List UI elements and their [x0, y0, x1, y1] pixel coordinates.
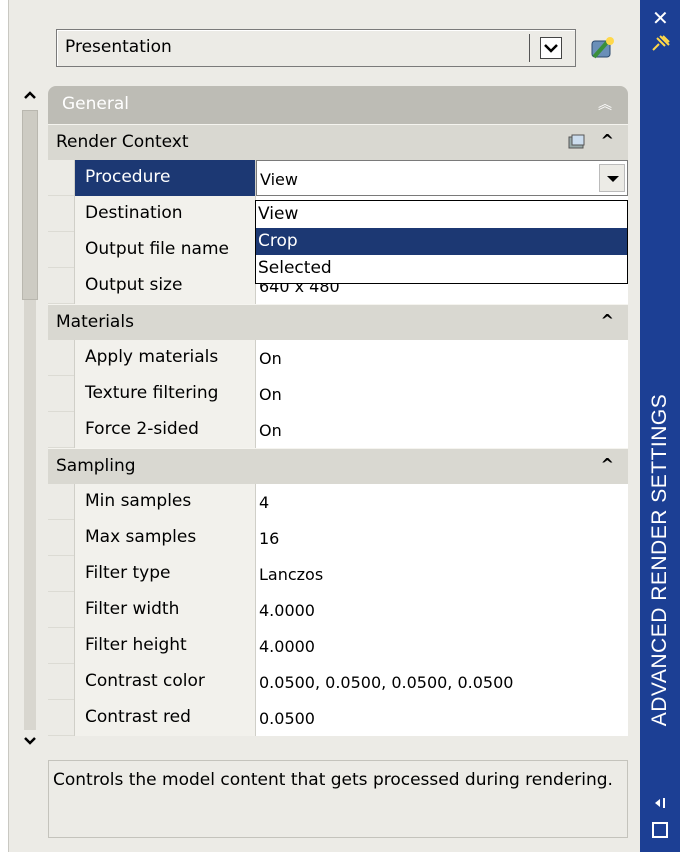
- section-render-context[interactable]: Render Context ^: [48, 124, 628, 160]
- preset-dropdown[interactable]: Presentation: [56, 29, 576, 67]
- dropdown-option-selected[interactable]: Selected: [256, 255, 627, 282]
- menu-icon[interactable]: [652, 822, 668, 838]
- palette-title: ADVANCED RENDER SETTINGS: [648, 393, 671, 727]
- property-row-force-2-sided[interactable]: Force 2-sided On: [48, 412, 628, 448]
- property-name: Contrast color: [85, 671, 205, 691]
- property-row-filter-height[interactable]: Filter height 4.0000: [48, 628, 628, 664]
- property-row-contrast-color[interactable]: Contrast color 0.0500, 0.0500, 0.0500, 0…: [48, 664, 628, 700]
- property-row-procedure[interactable]: Procedure View: [48, 160, 628, 196]
- property-row-texture-filtering[interactable]: Texture filtering On: [48, 376, 628, 412]
- section-label: Materials: [56, 312, 134, 332]
- property-value[interactable]: 0.0500: [259, 709, 315, 728]
- preset-value: Presentation: [65, 37, 172, 57]
- property-value[interactable]: 16: [259, 529, 279, 548]
- scroll-down-button[interactable]: [22, 734, 38, 748]
- property-value[interactable]: Lanczos: [259, 565, 323, 584]
- property-value[interactable]: 4: [259, 493, 269, 512]
- property-row-min-samples[interactable]: Min samples 4: [48, 484, 628, 520]
- property-name: Min samples: [85, 491, 192, 511]
- property-name: Force 2-sided: [85, 419, 199, 439]
- procedure-dropdown-list[interactable]: View Crop Selected: [255, 200, 628, 284]
- category-general[interactable]: General ︽: [48, 86, 628, 124]
- scroll-up-button[interactable]: [22, 88, 38, 102]
- procedure-select[interactable]: View: [256, 160, 628, 196]
- section-label: Sampling: [56, 456, 136, 476]
- collapse-icon[interactable]: ^: [601, 455, 614, 474]
- dropdown-arrow-icon[interactable]: [599, 164, 625, 192]
- property-row-filter-type[interactable]: Filter type Lanczos: [48, 556, 628, 592]
- property-name: Contrast red: [85, 707, 191, 727]
- property-value[interactable]: 4.0000: [259, 601, 315, 620]
- double-chevron-up-icon[interactable]: ︽: [598, 94, 612, 114]
- property-name: Filter type: [85, 563, 171, 583]
- property-name: Texture filtering: [85, 383, 219, 403]
- collapse-icon[interactable]: ^: [601, 131, 614, 150]
- property-name: Output file name: [85, 239, 229, 259]
- description-box: Controls the model content that gets pro…: [48, 760, 628, 838]
- collapse-icon[interactable]: ^: [601, 311, 614, 330]
- preset-dropdown-button[interactable]: [529, 34, 571, 62]
- property-value[interactable]: 0.0500, 0.0500, 0.0500, 0.0500: [259, 673, 513, 692]
- property-row-filter-width[interactable]: Filter width 4.0000: [48, 592, 628, 628]
- section-sampling[interactable]: Sampling ^: [48, 448, 628, 484]
- property-name: Apply materials: [85, 347, 219, 367]
- property-value[interactable]: On: [259, 421, 282, 440]
- section-materials[interactable]: Materials ^: [48, 304, 628, 340]
- category-general-label: General: [62, 94, 129, 114]
- property-value[interactable]: 4.0000: [259, 637, 315, 656]
- property-name: Procedure: [85, 167, 171, 187]
- render-presets-icon[interactable]: [586, 33, 618, 63]
- chevron-down-icon: [540, 37, 562, 59]
- property-name: Max samples: [85, 527, 197, 547]
- property-value[interactable]: On: [259, 349, 282, 368]
- dropdown-option-view[interactable]: View: [256, 201, 627, 228]
- property-row-max-samples[interactable]: Max samples 16: [48, 520, 628, 556]
- property-value[interactable]: On: [259, 385, 282, 404]
- property-value: View: [260, 170, 298, 189]
- scrollbar-thumb[interactable]: [22, 110, 38, 300]
- properties-icon[interactable]: [652, 796, 670, 810]
- property-name: Filter height: [85, 635, 187, 655]
- property-name: Destination: [85, 203, 183, 223]
- palette-titlebar[interactable]: ✕ ADVANCED RENDER SETTINGS: [640, 0, 680, 852]
- render-context-icon[interactable]: [568, 134, 586, 150]
- dropdown-option-crop[interactable]: Crop: [256, 228, 627, 255]
- property-row-apply-materials[interactable]: Apply materials On: [48, 340, 628, 376]
- property-grid: General ︽ Render Context ^ Procedure Vie…: [48, 86, 628, 736]
- property-name: Output size: [85, 275, 183, 295]
- description-text: Controls the model content that gets pro…: [53, 770, 613, 790]
- property-row-contrast-red[interactable]: Contrast red 0.0500: [48, 700, 628, 736]
- property-name: Filter width: [85, 599, 180, 619]
- section-label: Render Context: [56, 132, 189, 152]
